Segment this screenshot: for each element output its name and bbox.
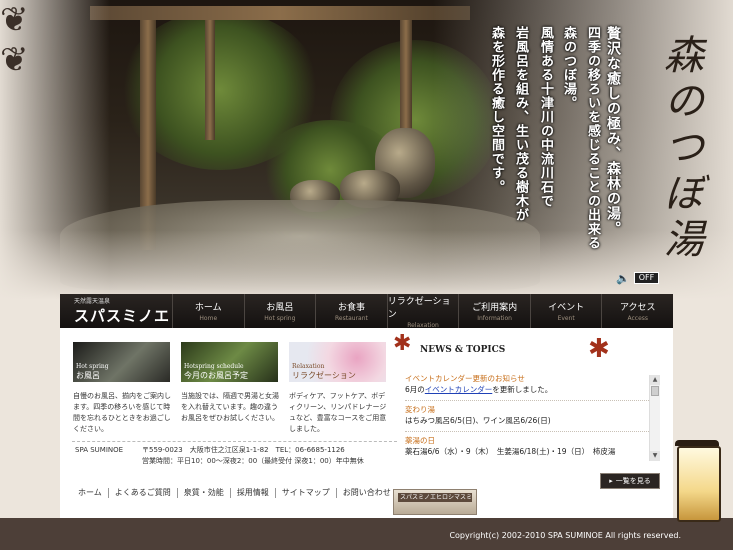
news-item-body: はちみつ風呂6/5(日)、ワイン風呂6/26(日) (405, 415, 657, 432)
facility-name: SPA SUMINOE (75, 446, 124, 454)
nav-label: ホーム (194, 303, 222, 313)
category-description: 自慢のお風呂、揃内をご案内します。四季の移ろいを感じて時間を忘れるひとときをお過… (73, 392, 171, 433)
category-label: Hot spring お風呂 (76, 362, 109, 380)
hero-copy-line: 四季の移ろいを感じることの出来る (585, 26, 600, 250)
banner-label: スパスミノエヒロシマスミノエ (398, 493, 472, 502)
nav-sublabel: Information (477, 315, 512, 322)
event-calendar-link[interactable]: イベントカレンダー (425, 385, 493, 394)
category-label-en: Hotspring schedule (184, 363, 244, 370)
sister-site-banner[interactable]: スパスミノエヒロシマスミノエ (393, 489, 477, 515)
content-panel: Hot spring お風呂 Hotspring schedule 今月のお風呂予定… (60, 328, 673, 518)
nav-relaxation[interactable]: リラクゼーション Relaxation (386, 294, 459, 329)
lantern-decoration (675, 440, 721, 522)
footer-link-home[interactable]: ホーム (60, 488, 109, 498)
news-heading: NEWS & TOPICS (420, 345, 506, 355)
scroll-thumb[interactable] (651, 386, 659, 396)
category-description: ボディケア、フットケア、ボディクリーン、リンパドレナージュなど、豊富なコースをご… (289, 392, 387, 433)
nav-sublabel: Event (557, 315, 575, 322)
category-label-jp: 今月のお風呂予定 (184, 371, 248, 380)
hero-logo: 森のつぼ湯 (657, 34, 703, 264)
main-navigation: 天然露天温泉 スパスミノエ ホーム Home お風呂 Hot spring お食事 R… (60, 294, 673, 329)
nav-event[interactable]: イベント Event (529, 294, 602, 328)
footer-link-recruit[interactable]: 採用情報 (231, 488, 276, 498)
category-label-jp: リラクゼーション (292, 371, 356, 380)
category-label: Relaxation リラクゼーション (292, 362, 356, 380)
maple-leaves-decoration: ❦ ❦ (0, 0, 29, 80)
footer-link-sitemap[interactable]: サイトマップ (276, 488, 337, 498)
news-item-title: 変わり湯 (405, 405, 435, 414)
category-label: Hotspring schedule 今月のお風呂予定 (184, 362, 248, 380)
nav-sublabel: Restaurant (335, 315, 368, 322)
hero-copy-line: 贅沢な癒しの極み、森林の湯。 (605, 26, 621, 236)
sound-off-button[interactable]: OFF (633, 272, 660, 284)
news-list: イベントカレンダー更新のお知らせ 6月のイベントカレンダーを更新しました。 変わ… (405, 370, 657, 462)
nav-sublabel: Home (199, 315, 218, 322)
hero-banner: ❦ ❦ 贅沢な癒しの極み、森林の湯。 四季の移ろいを感じることの出来る 森のつぼ湯… (0, 0, 733, 300)
divider (72, 441, 397, 442)
category-label-en: Relaxation (292, 363, 325, 370)
news-item-body: 薬石湯6/6（水）・9（木） 生姜湯6/18(土)・19（日） 柿皮湯 (405, 446, 657, 462)
copyright: Copyright(c) 2002-2010 SPA SUMINOE All r… (449, 531, 681, 540)
news-more-button[interactable]: ▸ 一覧を見る (600, 473, 660, 489)
logo-subtitle: 天然露天温泉 (74, 298, 111, 305)
roof-beam (90, 6, 470, 20)
site-logo[interactable]: 天然露天温泉 スパスミノエ (60, 294, 172, 328)
page-footer: Copyright(c) 2002-2010 SPA SUMINOE All r… (0, 518, 733, 550)
nav-hot-spring[interactable]: お風呂 Hot spring (243, 294, 316, 328)
scroll-down-icon[interactable]: ▼ (650, 451, 660, 461)
facility-hours: 営業時間：平日10：00～深夜2：00（最終受付 深夜1：00）年中無休 (142, 457, 364, 465)
nav-label: リラクゼーション (387, 296, 451, 320)
nav-label: お食事 (337, 303, 365, 313)
nav-access[interactable]: アクセス Access (601, 294, 673, 328)
scroll-up-icon[interactable]: ▲ (650, 375, 660, 385)
news-more-label: 一覧を見る (615, 477, 651, 485)
nav-home[interactable]: ホーム Home (172, 294, 244, 328)
category-description: 当施設では、隔週で男湯と女湯を入れ替えています。趣の違うお風呂をぜひお試しくださ… (181, 392, 279, 422)
facility-address: 〒559-0023 大阪市住之江区泉1-1-82 TEL：06-6685-112… (142, 446, 345, 454)
logo-title: スパスミノエ (74, 307, 171, 325)
wooden-pillar (205, 20, 215, 140)
category-relaxation[interactable]: Relaxation リラクゼーション (289, 342, 386, 382)
nav-information[interactable]: ご利用案内 Information (458, 294, 530, 328)
nav-label: イベント (548, 303, 585, 313)
news-item-title: 薬湯の日 (405, 436, 435, 445)
nav-label: アクセス (619, 303, 656, 313)
news-text: 6月の (405, 385, 425, 394)
category-schedule[interactable]: Hotspring schedule 今月のお風呂予定 (181, 342, 278, 382)
footer-links: ホーム よくあるご質問 泉質・効能 採用情報 サイトマップ お問い合わせ (60, 488, 400, 498)
sound-toggle[interactable]: 🔈 OFF (616, 272, 660, 285)
category-label-en: Hot spring (76, 363, 109, 370)
hero-copy-line: 森のつぼ湯。 (561, 26, 576, 110)
footer-link-contact[interactable]: お問い合わせ (337, 488, 397, 498)
speaker-icon[interactable]: 🔈 (616, 272, 630, 285)
nav-sublabel: Access (627, 315, 649, 322)
nav-sublabel: Hot spring (264, 315, 296, 322)
footer-link-faq[interactable]: よくあるご質問 (109, 488, 178, 498)
maple-leaf-icon: ✱ (588, 334, 610, 364)
news-item-body: 6月のイベントカレンダーを更新しました。 (405, 384, 657, 401)
hero-copy-line: 岩風呂を組み、生い茂る樹木が (513, 26, 528, 222)
news-item-title: イベントカレンダー更新のお知らせ (405, 374, 525, 383)
footer-link-spring-quality[interactable]: 泉質・効能 (178, 488, 231, 498)
nav-label: お風呂 (266, 303, 294, 313)
nav-restaurant[interactable]: お食事 Restaurant (315, 294, 387, 328)
hero-copy-line: 森を形作る癒し空間です。 (489, 26, 504, 194)
maple-leaf-icon: ✱ (393, 331, 412, 356)
category-label-jp: お風呂 (76, 371, 100, 380)
news-scrollbar[interactable]: ▲ ▼ (649, 375, 660, 461)
hero-fade-bottom (0, 230, 733, 300)
news-text: を更新しました。 (492, 385, 553, 394)
arrow-right-icon: ▸ (609, 477, 613, 485)
nav-label: ご利用案内 (472, 303, 518, 313)
hero-copy-line: 風情ある十津川の中流川石で (538, 26, 553, 208)
category-hot-spring[interactable]: Hot spring お風呂 (73, 342, 170, 382)
